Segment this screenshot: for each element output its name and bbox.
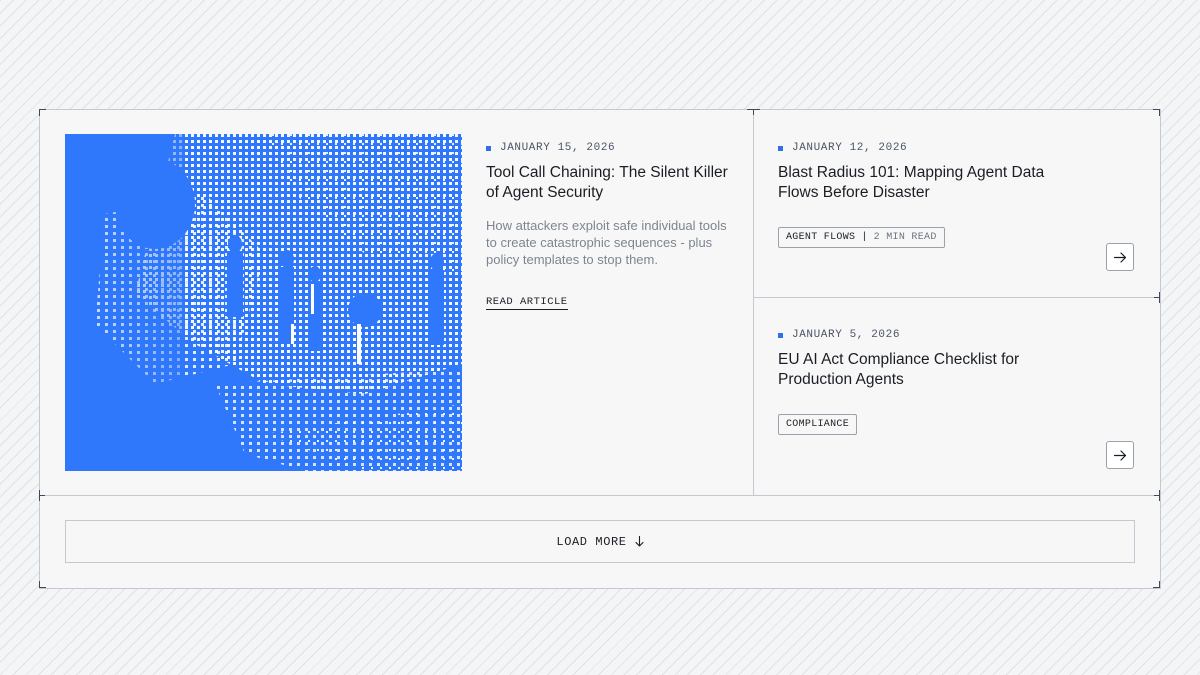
read-article-link[interactable]: READ ARTICLE — [486, 296, 568, 310]
tag-label: AGENT FLOWS — [786, 232, 856, 243]
read-time: 2 MIN READ — [873, 232, 937, 243]
corner-mark — [1153, 587, 1160, 588]
corner-mark — [1159, 109, 1160, 116]
arrow-right-icon — [1113, 449, 1126, 461]
section-divider — [40, 495, 1160, 496]
corner-mark — [39, 587, 46, 588]
featured-article-image[interactable] — [65, 134, 462, 471]
junction-mark — [1154, 495, 1160, 496]
date-text: JANUARY 5, 2026 — [792, 329, 901, 341]
post-date: JANUARY 12, 2026 — [778, 142, 907, 154]
corner-mark — [1153, 109, 1160, 110]
arrow-right-icon — [1113, 251, 1126, 263]
tag-separator: | — [861, 232, 868, 243]
junction-mark — [39, 495, 45, 496]
date-text: JANUARY 15, 2026 — [500, 142, 616, 154]
blog-grid-panel: JANUARY 15, 2026 Tool Call Chaining: The… — [39, 109, 1161, 589]
post-date: JANUARY 5, 2026 — [778, 329, 900, 341]
post-title[interactable]: Blast Radius 101: Mapping Agent Data Flo… — [778, 163, 1048, 203]
featured-description: How attackers exploit safe individual to… — [486, 218, 727, 267]
card-divider — [753, 297, 1160, 298]
open-post-button[interactable] — [1106, 441, 1134, 469]
junction-mark — [753, 109, 754, 115]
post-tag: AGENT FLOWS | 2 MIN READ — [778, 227, 945, 248]
featured-title[interactable]: Tool Call Chaining: The Silent Killer of… — [486, 163, 736, 203]
column-divider — [753, 110, 754, 495]
featured-date: JANUARY 15, 2026 — [486, 142, 615, 154]
date-marker-icon — [778, 145, 783, 151]
load-more-label: LOAD MORE — [556, 534, 627, 549]
date-text: JANUARY 12, 2026 — [792, 142, 908, 154]
tag-label: COMPLIANCE — [786, 419, 850, 430]
date-marker-icon — [486, 145, 491, 151]
date-marker-icon — [778, 332, 783, 338]
load-more-button[interactable]: LOAD MORE — [65, 520, 1135, 563]
post-title[interactable]: EU AI Act Compliance Checklist for Produ… — [778, 350, 1048, 390]
post-tag: COMPLIANCE — [778, 414, 858, 435]
corner-mark — [39, 109, 40, 116]
arrow-down-icon — [635, 536, 644, 547]
junction-mark — [1154, 297, 1160, 298]
corner-mark — [39, 109, 46, 110]
open-post-button[interactable] — [1106, 243, 1134, 271]
